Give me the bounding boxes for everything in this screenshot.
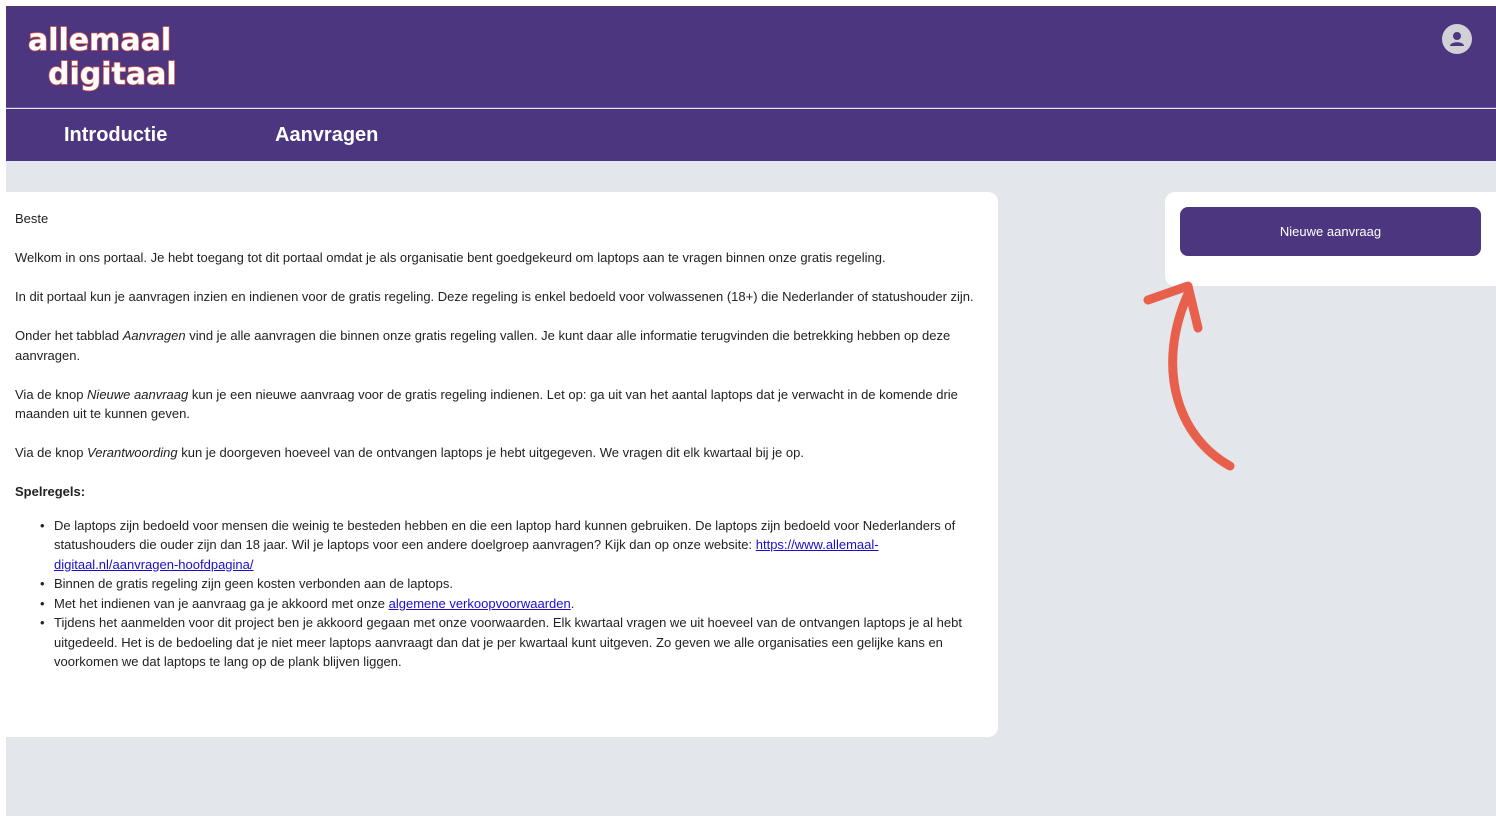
actions-card: Nieuwe aanvraag [1165, 192, 1496, 286]
svg-text:digitaal: digitaal [48, 57, 177, 92]
allemaal-digitaal-logo[interactable]: allemaal digitaal [26, 18, 178, 94]
svg-text:allemaal: allemaal [28, 23, 171, 58]
tab-introductie[interactable]: Introductie [64, 109, 167, 161]
rules-heading: Spelregels: [15, 484, 86, 499]
welcome-paragraph: Welkom in ons portaal. Je hebt toegang t… [15, 250, 886, 265]
new-request-button[interactable]: Nieuwe aanvraag [1180, 207, 1481, 256]
new-request-paragraph: Via de knop Nieuwe aanvraag kun je een n… [15, 386, 958, 422]
list-item: Met het indienen van je aanvraag ga je a… [40, 594, 978, 614]
app-frame: allemaal digitaal Introductie Aanvragen … [6, 6, 1496, 816]
user-avatar-icon[interactable] [1442, 24, 1472, 54]
top-header: allemaal digitaal [6, 6, 1496, 108]
portal-paragraph: In dit portaal kun je aanvragen inzien e… [15, 289, 974, 304]
list-item: Binnen de gratis regeling zijn geen kost… [40, 574, 978, 594]
tab-aanvragen[interactable]: Aanvragen [275, 109, 378, 161]
main-nav: Introductie Aanvragen [6, 109, 1496, 161]
list-item: De laptops zijn bedoeld voor mensen die … [40, 516, 978, 575]
intro-content-card: Beste Welkom in ons portaal. Je hebt toe… [6, 192, 998, 737]
list-item: Tijdens het aanmelden voor dit project b… [40, 613, 978, 672]
rules-list: De laptops zijn bedoeld voor mensen die … [40, 516, 978, 672]
pointer-arrow-icon [1143, 281, 1235, 471]
aanvragen-paragraph: Onder het tabblad Aanvragen vind je alle… [15, 328, 951, 363]
terms-link[interactable]: algemene verkoopvoorwaarden [389, 596, 571, 611]
verantwoording-paragraph: Via de knop Verantwoording kun je doorge… [15, 445, 804, 460]
greeting-text: Beste [15, 211, 49, 226]
